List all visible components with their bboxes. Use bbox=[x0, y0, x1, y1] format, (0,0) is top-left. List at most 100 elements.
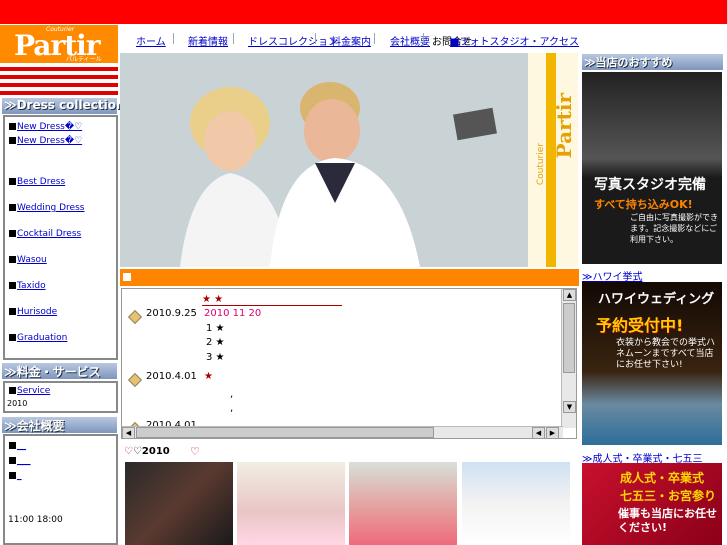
scroll-right-button[interactable]: ◀ bbox=[532, 427, 545, 438]
seijin-text: 催事も当店にお任せください! bbox=[618, 507, 717, 534]
dress-photo-1[interactable] bbox=[125, 462, 233, 545]
horizontal-scrollbar[interactable]: ◀ ◀ ▶ bbox=[122, 426, 563, 438]
company-link-3[interactable]: _ bbox=[17, 471, 22, 481]
nav-dress[interactable]: ドレスコレクション bbox=[248, 33, 338, 48]
dress-collection-panel: New Dress�♡ New Dress�♡ Best Dress Weddi… bbox=[3, 115, 118, 360]
seijin-sub: 七五三・お宮参り bbox=[620, 489, 717, 503]
sidebar-item-wasou[interactable]: Wasou bbox=[17, 255, 47, 265]
red-stripe bbox=[0, 75, 118, 79]
hero-brand: Partir bbox=[552, 93, 576, 159]
price-panel: Service 2010 bbox=[3, 381, 118, 413]
scroll-up-button[interactable]: ▲ bbox=[563, 289, 576, 301]
scroll-down-button[interactable]: ▼ bbox=[563, 401, 576, 413]
news-subtitle: 2010 11 20 bbox=[204, 308, 262, 319]
news-text: , bbox=[230, 389, 234, 400]
service-link[interactable]: Service bbox=[17, 386, 50, 396]
square-icon bbox=[123, 273, 131, 281]
studio-text: ご自由に写真撮影ができます。記念撮影などにご利用下さい。 bbox=[630, 213, 718, 244]
company-panel: __ ___ _ 11:00 18:00 bbox=[3, 434, 118, 545]
news-list-item: 1 ★ bbox=[206, 323, 225, 334]
hawaii-badge: 予約受付中! bbox=[596, 316, 684, 335]
bullet-icon bbox=[9, 137, 16, 144]
scroll-thumb[interactable] bbox=[563, 303, 575, 373]
bullet-icon bbox=[9, 123, 16, 130]
nav-news[interactable]: 新着情報 bbox=[188, 33, 228, 48]
bullet-icon bbox=[9, 178, 16, 185]
top-banner bbox=[0, 0, 727, 24]
nav-price[interactable]: 料金案内 bbox=[331, 33, 371, 48]
bullet-icon bbox=[9, 256, 16, 263]
news-list-item: 2 ★ bbox=[206, 337, 225, 348]
bullet-icon bbox=[9, 442, 16, 449]
hawaii-link[interactable]: ≫ハワイ挙式 bbox=[582, 268, 642, 283]
nav-divider bbox=[423, 33, 424, 44]
heart-icon: ♡ bbox=[124, 446, 133, 457]
sidebar-item-cocktail-dress[interactable]: Cocktail Dress bbox=[17, 229, 81, 239]
dress-row-year: ♡2010 bbox=[132, 446, 170, 457]
bullet-icon bbox=[9, 334, 16, 341]
bullet-icon bbox=[9, 472, 16, 479]
nav-studio[interactable]: ■フォトスタジオ・アクセス bbox=[450, 33, 579, 48]
hero-gold-stripe bbox=[546, 53, 556, 267]
news-list-item: 3 ★ bbox=[206, 352, 225, 363]
dress-photo-3[interactable] bbox=[349, 462, 457, 545]
sidebar-item-best-dress[interactable]: Best Dress bbox=[17, 177, 65, 187]
bullet-icon bbox=[9, 387, 16, 394]
bullet-icon bbox=[9, 282, 16, 289]
red-stripe bbox=[0, 83, 118, 87]
bullet-icon bbox=[9, 457, 16, 464]
studio-sub: すべて持ち込みOK! bbox=[594, 198, 693, 211]
hawaii-title: ハワイウェディング bbox=[598, 292, 715, 307]
price-header: ≫料金・サービス bbox=[2, 363, 117, 379]
studio-title: 写真スタジオ完備 bbox=[594, 177, 706, 193]
dress-photo-4[interactable] bbox=[462, 462, 570, 545]
scroll-thumb-h[interactable] bbox=[136, 427, 434, 438]
scroll-left-button[interactable]: ◀ bbox=[122, 427, 135, 438]
hawaii-banner[interactable]: ハワイウェディング 予約受付中! 衣装から教会での挙式ハネムーンまですべて当店に… bbox=[582, 282, 722, 445]
red-stripe bbox=[0, 67, 118, 71]
news-panel: 2010.9.25 ★ ★ 2010 11 20 1 ★ 2 ★ 3 ★ 201… bbox=[121, 288, 577, 439]
company-link-2[interactable]: ___ bbox=[17, 456, 31, 466]
bullet-icon bbox=[9, 204, 16, 211]
sidebar-item-graduation[interactable]: Graduation bbox=[17, 333, 67, 343]
heart-icon: ♡ bbox=[190, 445, 200, 458]
news-header-bar bbox=[120, 269, 579, 286]
hawaii-text: 衣装から教会での挙式ハネムーンまですべて当店にお任せ下さい! bbox=[616, 338, 716, 370]
dress-collection-header: ≫Dress collection bbox=[2, 98, 125, 114]
logo-kana: パルティール bbox=[66, 56, 102, 63]
studio-banner[interactable]: 写真スタジオ完備 すべて持ち込みOK! ご自由に写真撮影ができます。記念撮影など… bbox=[582, 72, 722, 264]
dress-row-label: ♡♡2010 bbox=[124, 446, 170, 457]
nav-home[interactable]: ホーム bbox=[136, 33, 166, 48]
seijin-title: 成人式・卒業式 bbox=[620, 471, 705, 485]
news-date: 2010.4.01 bbox=[146, 371, 197, 382]
news-text: , bbox=[230, 403, 234, 414]
diamond-icon bbox=[127, 309, 143, 325]
recommend-header: ≫当店のおすすめ bbox=[582, 54, 723, 70]
news-title[interactable]: ★ bbox=[204, 371, 213, 382]
diamond-icon bbox=[127, 372, 143, 388]
seijin-banner[interactable]: 成人式・卒業式 七五三・お宮参り 催事も当店にお任せください! bbox=[582, 463, 722, 545]
nav-divider bbox=[374, 33, 375, 44]
hero-banner: Partir Couturier bbox=[120, 53, 578, 267]
nav-divider bbox=[315, 33, 316, 44]
sidebar-item-taxido[interactable]: Taxido bbox=[17, 281, 46, 291]
sidebar-item-hurisode[interactable]: Hurisode bbox=[17, 307, 57, 317]
vertical-scrollbar[interactable]: ▲ ▼ bbox=[561, 289, 576, 428]
couple-photo bbox=[120, 53, 528, 267]
sidebar-item-wedding-dress[interactable]: Wedding Dress bbox=[17, 203, 84, 213]
nav-divider bbox=[233, 33, 234, 44]
bullet-icon bbox=[9, 308, 16, 315]
red-stripe bbox=[0, 91, 118, 95]
scroll-right-button[interactable]: ▶ bbox=[546, 427, 559, 438]
company-link-1[interactable]: __ bbox=[17, 441, 26, 451]
news-title[interactable]: ★ ★ bbox=[202, 294, 342, 306]
sidebar-item-new-dress-1[interactable]: New Dress�♡ bbox=[17, 122, 82, 132]
site-logo[interactable]: Couturier Partir パルティール bbox=[0, 25, 118, 63]
sidebar-item-new-dress-2[interactable]: New Dress�♡ bbox=[17, 136, 82, 146]
nav-divider bbox=[173, 33, 174, 44]
dress-photo-2[interactable] bbox=[237, 462, 345, 545]
nav-company[interactable]: 会社概要 bbox=[390, 33, 430, 48]
bullet-icon bbox=[9, 230, 16, 237]
company-header: ≫会社概要 bbox=[2, 417, 117, 433]
main-nav: ホーム 新着情報 ドレスコレクション 料金案内 会社概要 お問合せ ■フォトスタ… bbox=[120, 25, 727, 53]
